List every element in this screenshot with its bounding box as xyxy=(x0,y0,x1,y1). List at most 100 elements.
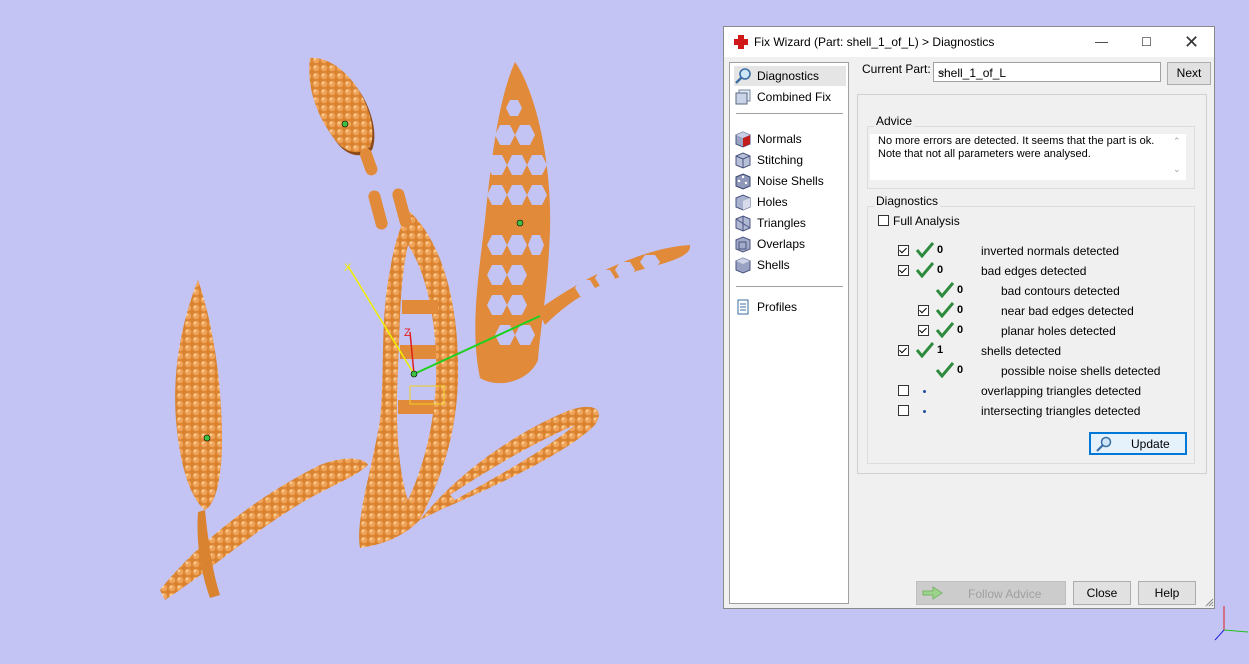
nav-item-shells[interactable]: Shells xyxy=(734,255,846,275)
x-axis-label: X xyxy=(344,262,352,274)
advice-line-1: No more errors are detected. It seems th… xyxy=(878,135,1155,147)
planar-holes-label: planar holes detected xyxy=(1001,324,1116,338)
nav-item-label: Shells xyxy=(757,258,790,272)
nav-item-label: Diagnostics xyxy=(757,69,820,83)
bad-edges-count: 0 xyxy=(937,264,944,276)
nav-item-profiles[interactable]: Profiles xyxy=(734,297,846,317)
title-bar[interactable]: Fix Wizard (Part: shell_1_of_L) > Diagno… xyxy=(724,27,1214,57)
inverted-normals-checkbox[interactable] xyxy=(898,245,909,256)
combined-fix-icon xyxy=(735,89,751,105)
honeycomb-leaf-part xyxy=(475,62,691,384)
update-button-label: Update xyxy=(1131,437,1170,451)
nav-item-label: Overlaps xyxy=(757,237,806,251)
shells-cube-icon xyxy=(735,257,751,274)
advice-text: No more errors are detected. It seems th… xyxy=(870,134,1175,180)
nav-item-combined-fix[interactable]: Combined Fix xyxy=(734,87,846,107)
nav-item-label: Normals xyxy=(757,132,802,146)
corner-axis-indicator-icon xyxy=(1214,606,1249,641)
nav-divider xyxy=(736,113,843,114)
nav-item-triangles[interactable]: Triangles xyxy=(734,213,846,233)
model-scene: Z X xyxy=(160,57,691,600)
chevron-down-icon: ⌄ xyxy=(938,66,947,77)
shells-checkbox[interactable] xyxy=(898,345,909,356)
planar-holes-count: 0 xyxy=(957,324,964,336)
ok-check-icon xyxy=(916,342,934,358)
stitching-cube-icon xyxy=(735,152,751,169)
help-button[interactable]: Help xyxy=(1138,581,1196,605)
arrow-right-icon xyxy=(922,586,943,600)
current-part-label: Current Part: xyxy=(862,62,931,76)
profiles-document-icon xyxy=(737,299,749,315)
nav-item-overlaps[interactable]: Overlaps xyxy=(734,234,846,254)
advice-line-2: Note that not all parameters were analys… xyxy=(878,148,1091,160)
close-window-button[interactable]: ✕ xyxy=(1169,27,1214,57)
overlapping-triangles-label: overlapping triangles detected xyxy=(981,384,1142,398)
advice-scrollbar[interactable]: ⌃ ⌄ xyxy=(1170,134,1186,180)
holes-cube-icon xyxy=(735,194,751,211)
normals-cube-icon xyxy=(735,131,751,148)
left-leaf-part xyxy=(160,280,368,600)
shells-count: 1 xyxy=(937,344,944,356)
near-bad-edges-count: 0 xyxy=(957,304,964,316)
nav-item-label: Stitching xyxy=(757,153,804,167)
nav-item-label: Noise Shells xyxy=(757,174,824,188)
near-bad-edges-checkbox[interactable] xyxy=(918,305,929,316)
magnifier-icon xyxy=(1096,436,1112,452)
full-analysis-label: Full Analysis xyxy=(893,214,960,228)
update-button[interactable]: Update xyxy=(1089,432,1187,455)
diagnostics-group-label: Diagnostics xyxy=(874,194,941,208)
planar-holes-checkbox[interactable] xyxy=(918,325,929,336)
current-part-select[interactable]: shell_1_of_L ⌄ xyxy=(933,62,1161,82)
inverted-normals-label: inverted normals detected xyxy=(981,244,1120,258)
nav-item-label: Holes xyxy=(757,195,788,209)
noise-shells-label: possible noise shells detected xyxy=(1001,364,1161,378)
window-title: Fix Wizard (Part: shell_1_of_L) > Diagno… xyxy=(754,35,995,49)
maximize-button[interactable]: ☐ xyxy=(1124,27,1169,57)
full-analysis-checkbox[interactable] xyxy=(878,215,889,226)
close-button[interactable]: Close xyxy=(1073,581,1131,605)
next-button[interactable]: Next xyxy=(1167,62,1211,85)
nav-item-holes[interactable]: Holes xyxy=(734,192,846,212)
shells-label: shells detected xyxy=(981,344,1062,358)
ok-check-icon xyxy=(916,262,934,278)
follow-advice-label: Follow Advice xyxy=(968,587,1042,601)
intersecting-triangles-checkbox[interactable] xyxy=(898,405,909,416)
bad-contours-count: 0 xyxy=(957,284,964,296)
overlapping-triangles-checkbox[interactable] xyxy=(898,385,909,396)
nav-divider xyxy=(736,286,843,287)
ok-check-icon xyxy=(936,362,954,378)
intersecting-triangles-label: intersecting triangles detected xyxy=(981,404,1141,418)
bad-edges-label: bad edges detected xyxy=(981,264,1087,278)
nav-item-diagnostics[interactable]: Diagnostics xyxy=(734,66,846,86)
ok-check-icon xyxy=(936,302,954,318)
bad-contours-label: bad contours detected xyxy=(1001,284,1120,298)
ok-check-icon xyxy=(936,322,954,338)
nav-item-label: Combined Fix xyxy=(757,90,832,104)
not-analysed-dot-icon xyxy=(923,390,926,393)
ok-check-icon xyxy=(916,242,934,258)
near-bad-edges-label: near bad edges detected xyxy=(1001,304,1134,318)
red-cross-icon xyxy=(734,35,748,49)
nav-item-stitching[interactable]: Stitching xyxy=(734,150,846,170)
bad-edges-checkbox[interactable] xyxy=(898,265,909,276)
overlaps-cube-icon xyxy=(735,236,751,253)
fix-nav-panel: Diagnostics Combined Fix Normals Stitchi… xyxy=(729,62,849,604)
minimize-button[interactable]: — xyxy=(1079,27,1124,57)
nav-item-normals[interactable]: Normals xyxy=(734,129,846,149)
nav-item-label: Profiles xyxy=(757,300,798,314)
triangles-cube-icon xyxy=(735,215,751,232)
fix-wizard-dialog: Fix Wizard (Part: shell_1_of_L) > Diagno… xyxy=(723,26,1215,609)
follow-advice-button[interactable]: Follow Advice xyxy=(916,581,1066,605)
ok-check-icon xyxy=(936,282,954,298)
noise-shells-cube-icon xyxy=(735,173,751,190)
noise-shells-count: 0 xyxy=(957,364,964,376)
nav-item-label: Triangles xyxy=(757,216,806,230)
advice-group-label: Advice xyxy=(874,114,915,128)
small-leaf-part xyxy=(309,57,378,176)
scroll-up-icon[interactable]: ⌃ xyxy=(1173,136,1181,147)
resize-grip-icon[interactable] xyxy=(1204,597,1214,607)
not-analysed-dot-icon xyxy=(923,410,926,413)
scroll-down-icon[interactable]: ⌄ xyxy=(1173,164,1181,175)
nav-item-noise-shells[interactable]: Noise Shells xyxy=(734,171,846,191)
inverted-normals-count: 0 xyxy=(937,244,944,256)
